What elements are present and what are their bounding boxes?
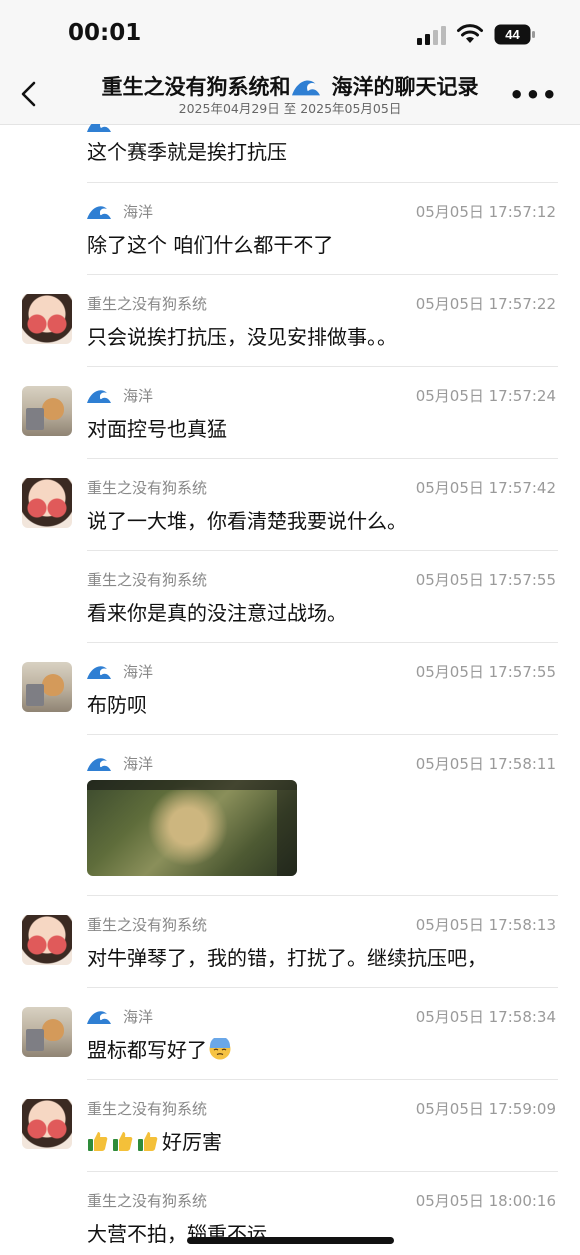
avatar[interactable] xyxy=(22,386,72,436)
wave-emoji-icon xyxy=(87,390,111,403)
wave-emoji-icon xyxy=(87,1011,111,1024)
message-time: 05月05日 17:57:55 xyxy=(415,571,556,589)
thumbs-up-icon xyxy=(138,1132,158,1151)
message-text: 这个赛季就是挨打抗压 xyxy=(87,140,287,164)
message-text: 布防呗 xyxy=(87,693,147,717)
sender-name: 重生之没有狗系统 xyxy=(87,571,208,589)
sender-name: 重生之没有狗系统 xyxy=(87,916,208,934)
page-title: 重生之没有狗系统和 海洋的聊天记录 xyxy=(70,71,510,101)
message-text: 只会说挨打抗压，没见安排做事。。 xyxy=(87,325,397,349)
divider xyxy=(87,1171,558,1172)
message-text: 看来你是真的没注意过战场。 xyxy=(87,601,347,625)
message-text: 除了这个 咱们什么都干不了 xyxy=(87,233,334,257)
message-time: 05月05日 17:57:55 xyxy=(415,663,556,681)
avatar[interactable] xyxy=(22,915,72,965)
sender-name: 海洋 xyxy=(87,385,153,406)
divider xyxy=(87,366,558,367)
battery-icon: 44 xyxy=(494,24,535,45)
wave-emoji-icon xyxy=(87,124,111,132)
nav-bar: 重生之没有狗系统和 海洋的聊天记录 2025年04月29日 至 2025年05月0… xyxy=(0,62,580,125)
message-text: 好厉害 xyxy=(87,1126,222,1155)
message-text: 对面控号也真猛 xyxy=(87,417,227,441)
chat-history-list[interactable]: 这个赛季就是挨打抗压 海洋 05月05日 17:57:12 除了这个 咱们什么都… xyxy=(0,124,580,1255)
sender-name: 重生之没有狗系统 xyxy=(87,1100,208,1118)
back-icon[interactable] xyxy=(18,80,40,108)
divider xyxy=(87,550,558,551)
thumbs-up-icon xyxy=(113,1132,133,1151)
sender-name: 海洋 xyxy=(87,1006,153,1027)
message-time: 05月05日 17:57:42 xyxy=(415,479,556,497)
wave-emoji-icon xyxy=(291,80,320,96)
message-time: 05月05日 17:57:22 xyxy=(415,295,556,313)
avatar[interactable] xyxy=(22,294,72,344)
more-options-button[interactable]: ••• xyxy=(509,83,558,107)
sender-name: 重生之没有狗系统 xyxy=(87,295,208,313)
avatar[interactable] xyxy=(22,478,72,528)
wave-emoji-icon xyxy=(87,206,111,219)
sender-name: 海洋 xyxy=(87,753,153,774)
sender-name: 重生之没有狗系统 xyxy=(87,1192,208,1210)
divider xyxy=(87,458,558,459)
avatar[interactable] xyxy=(22,662,72,712)
status-time: 00:01 xyxy=(68,20,142,46)
status-bar: 00:01 44 xyxy=(0,0,580,62)
message-time: 05月05日 18:00:16 xyxy=(415,1192,556,1210)
title-part-2: 海洋的聊天记录 xyxy=(331,75,479,99)
message-time: 05月05日 17:57:24 xyxy=(415,387,556,405)
message-time: 05月05日 17:57:12 xyxy=(415,203,556,221)
wave-emoji-icon xyxy=(87,666,111,679)
divider xyxy=(87,642,558,643)
cellular-signal-icon xyxy=(417,26,446,45)
message-text: 说了一大堆，你看清楚我要说什么。 xyxy=(87,509,407,533)
game-screenshot-image[interactable] xyxy=(87,780,297,876)
home-indicator[interactable] xyxy=(187,1237,394,1244)
divider xyxy=(87,1079,558,1080)
thumbs-up-icon xyxy=(88,1132,108,1151)
battery-level: 44 xyxy=(505,27,520,42)
avatar[interactable] xyxy=(22,1099,72,1149)
wifi-icon xyxy=(457,24,483,43)
sender-name: 重生之没有狗系统 xyxy=(87,479,208,497)
sender-name: 海洋 xyxy=(87,201,153,222)
sender-name: 海洋 xyxy=(87,661,153,682)
message-time: 05月05日 17:59:09 xyxy=(415,1100,556,1118)
divider xyxy=(87,274,558,275)
divider xyxy=(87,182,558,183)
avatar[interactable] xyxy=(22,1007,72,1057)
divider xyxy=(87,895,558,896)
message-time: 05月05日 17:58:34 xyxy=(415,1008,556,1026)
date-range: 2025年04月29日 至 2025年05月05日 xyxy=(178,101,402,116)
title-part-1: 重生之没有狗系统和 xyxy=(101,75,291,99)
relieved-face-emoji-icon xyxy=(209,1038,231,1060)
divider xyxy=(87,734,558,735)
divider xyxy=(87,987,558,988)
message-time: 05月05日 17:58:11 xyxy=(415,755,556,773)
message-text: 对牛弹琴了，我的错，打扰了。继续抗压吧， xyxy=(87,946,487,970)
message-time: 05月05日 17:58:13 xyxy=(415,916,556,934)
message-text: 盟标都写好了 xyxy=(87,1034,231,1063)
wave-emoji-icon xyxy=(87,758,111,771)
